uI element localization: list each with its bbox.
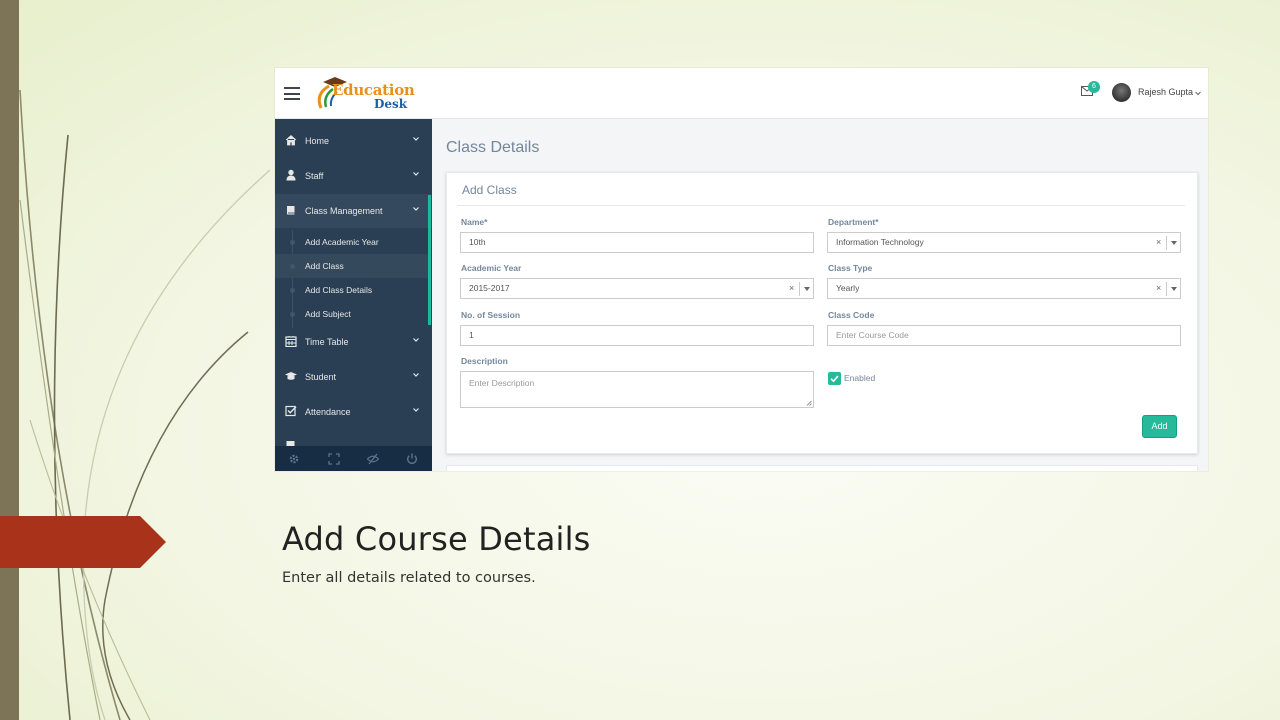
sidebar-item-home[interactable]: Home (275, 124, 432, 158)
user-icon (286, 169, 296, 181)
class-code-label: Class Code (828, 310, 875, 320)
chevron-down-icon (413, 373, 419, 377)
select-separator (799, 282, 800, 296)
academic-year-label: Academic Year (461, 263, 522, 273)
book-icon (286, 206, 295, 215)
checkmark-icon (830, 375, 839, 383)
sidebar-item-label: Student (305, 372, 337, 382)
department-value: Information Technology (836, 237, 924, 247)
description-placeholder: Enter Description (469, 378, 535, 388)
user-name[interactable]: Rajesh Gupta (1138, 87, 1193, 97)
chevron-down-icon (413, 408, 419, 412)
sessions-field[interactable]: 1 (460, 325, 814, 346)
submenu-dot (290, 288, 295, 293)
decorative-grass-lines (19, 89, 271, 720)
enabled-checkbox[interactable] (828, 372, 841, 385)
clear-icon[interactable]: × (1156, 279, 1161, 298)
notification-badge: 6 (1088, 81, 1100, 93)
department-select[interactable]: Information Technology × (827, 232, 1181, 253)
logo-text-desk: Desk (374, 97, 408, 111)
chevron-down-icon (413, 137, 419, 141)
class-type-label: Class Type (828, 263, 873, 273)
sessions-label: No. of Session (461, 310, 521, 320)
power-icon[interactable] (405, 452, 419, 466)
sidebar-item-label: Staff (305, 171, 324, 181)
eye-slash-icon[interactable] (366, 452, 380, 466)
add-class-panel: Add Class (446, 172, 1198, 454)
fullscreen-icon[interactable] (327, 452, 341, 466)
sidebar-item-more[interactable] (275, 430, 432, 446)
class-type-select[interactable]: Yearly × (827, 278, 1181, 299)
sidebar-item-attendance[interactable]: Attendance (275, 395, 432, 429)
chevron-down-icon (413, 338, 419, 342)
slide-subtitle: Enter all details related to courses. (282, 570, 536, 586)
secondary-panel (446, 465, 1198, 471)
caret-down-icon[interactable] (1171, 287, 1177, 291)
page-title: Class Details (446, 139, 540, 156)
class-code-input[interactable]: Enter Course Code (827, 325, 1181, 346)
submenu-dot (290, 264, 295, 269)
slide-title: Add Course Details (282, 520, 591, 558)
clear-icon[interactable]: × (1156, 233, 1161, 252)
sidebar-subitem-label: Add Class (305, 261, 344, 271)
chevron-down-icon (413, 207, 419, 211)
sidebar-item-label: Attendance (305, 407, 351, 417)
sidebar-subitem-add-class[interactable]: Add Class (275, 254, 428, 278)
panel-title: Add Class (462, 183, 517, 197)
resize-handle-icon[interactable] (806, 400, 812, 406)
calendar-icon (285, 336, 297, 347)
sidebar-subitem-label: Add Academic Year (305, 237, 379, 247)
enabled-label: Enabled (844, 373, 876, 383)
sidebar-item-label: Time Table (305, 337, 349, 347)
clear-icon[interactable]: × (789, 279, 794, 298)
select-separator (1166, 236, 1167, 250)
sidebar-item-class-management[interactable]: Class Management (275, 194, 432, 228)
slide-arrow-marker (0, 516, 166, 568)
graduation-cap-icon (285, 372, 297, 380)
name-field[interactable]: 10th (460, 232, 814, 253)
chevron-down-icon (413, 172, 419, 176)
department-label: Department* (828, 217, 879, 227)
submenu-dot (290, 240, 295, 245)
description-label: Description (461, 356, 508, 366)
sidebar-item-staff[interactable]: Staff (275, 159, 432, 193)
sidebar-subitem-add-academic-year[interactable]: Add Academic Year (275, 230, 428, 254)
app-screenshot: Education Desk 6 Rajesh Gupta Home Staff… (275, 68, 1208, 471)
top-navbar: Education Desk 6 Rajesh Gupta (275, 68, 1208, 119)
sidebar-subitem-label: Add Class Details (305, 285, 373, 295)
chevron-down-icon[interactable] (1195, 91, 1201, 96)
academic-year-select[interactable]: 2015-2017 × (460, 278, 814, 299)
submenu-dot (290, 312, 295, 317)
sidebar-subitem-add-subject[interactable]: Add Subject (275, 302, 428, 326)
description-textarea[interactable]: Enter Description (460, 371, 814, 408)
menu-toggle-icon[interactable] (284, 87, 300, 100)
sidebar-subitem-add-class-details[interactable]: Add Class Details (275, 278, 428, 302)
select-separator (1166, 282, 1167, 296)
sidebar-subitem-label: Add Subject (305, 309, 351, 319)
sidebar-item-student[interactable]: Student (275, 360, 432, 394)
avatar[interactable] (1112, 83, 1131, 102)
add-button[interactable]: Add (1142, 415, 1177, 438)
sidebar-item-label: Class Management (305, 206, 383, 216)
caret-down-icon[interactable] (804, 287, 810, 291)
sidebar-item-label: Home (305, 136, 330, 146)
academic-year-value: 2015-2017 (469, 283, 510, 293)
checkbox-icon (285, 405, 297, 417)
settings-icon[interactable] (287, 452, 301, 466)
panel-divider (457, 205, 1185, 206)
home-icon (285, 134, 297, 146)
sidebar-active-indicator (428, 195, 431, 325)
class-type-value: Yearly (836, 283, 860, 293)
sidebar-footer (275, 446, 432, 471)
name-label: Name* (461, 217, 488, 227)
sidebar-item-time-table[interactable]: Time Table (275, 325, 432, 359)
sidebar: Home Staff Class Management Add Academic… (275, 119, 432, 471)
education-desk-logo: Education Desk (313, 72, 415, 114)
caret-down-icon[interactable] (1171, 241, 1177, 245)
